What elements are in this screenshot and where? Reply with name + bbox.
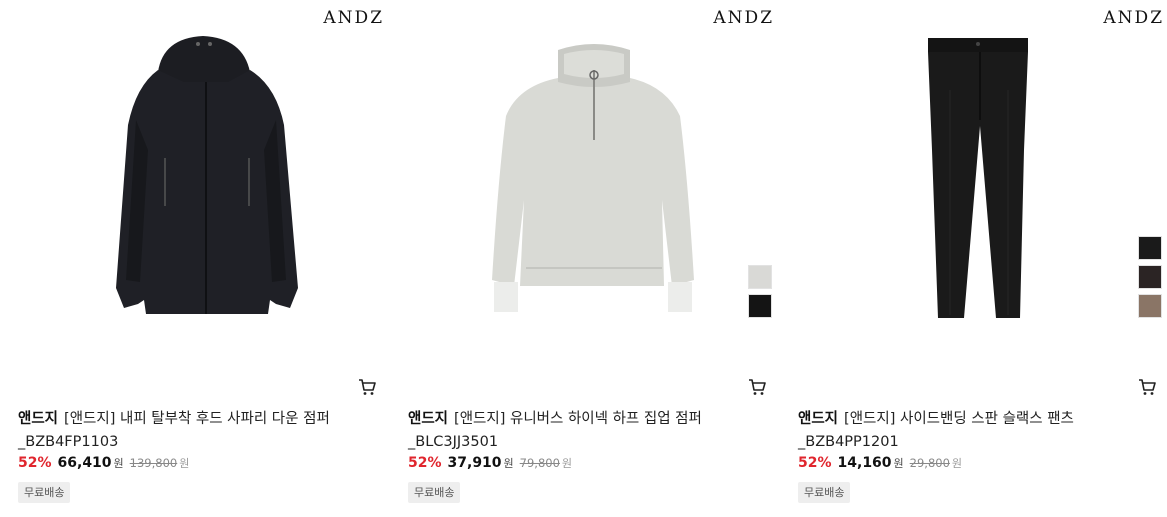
brand-logo: ANDZ	[323, 8, 384, 28]
product-brand: 앤드지	[798, 411, 839, 427]
original-currency-label: 원	[561, 457, 573, 470]
product-image[interactable]	[798, 30, 1167, 350]
discount-rate: 52%	[408, 455, 442, 471]
free-shipping-badge: 무료배송	[18, 482, 71, 503]
original-price: 29,800	[909, 456, 950, 470]
discount-rate: 52%	[798, 455, 832, 471]
product-image[interactable]	[18, 30, 388, 350]
price-row: 52% 66,410 원 139,800 원	[18, 455, 189, 471]
product-title[interactable]: 앤드지 [앤드지] 내피 탈부착 후드 사파리 다운 점퍼 _BZB4FP1103	[18, 408, 378, 454]
brand-logo: ANDZ	[713, 8, 774, 28]
product-brand: 앤드지	[18, 411, 59, 427]
product-code: _BLC3JJ3501	[408, 434, 499, 450]
color-swatch[interactable]	[1138, 236, 1162, 260]
free-shipping-badge: 무료배송	[798, 482, 851, 503]
product-image[interactable]	[408, 30, 778, 350]
discount-rate: 52%	[18, 455, 52, 471]
color-swatches	[748, 265, 772, 318]
free-shipping-badge: 무료배송	[408, 482, 461, 503]
original-price: 79,800	[519, 456, 560, 470]
product-card[interactable]: ANDZ 앤드지 [앤드지] 내피 탈부착 후드 사파리 다운 점퍼 _BZB4F…	[18, 0, 388, 517]
sale-price: 66,410	[57, 455, 112, 471]
color-swatch[interactable]	[1138, 294, 1162, 318]
product-name[interactable]: [앤드지] 사이드밴딩 스판 슬랙스 팬츠	[844, 411, 1074, 427]
product-name[interactable]: [앤드지] 내피 탈부착 후드 사파리 다운 점퍼	[64, 411, 330, 427]
original-price: 139,800	[129, 456, 178, 470]
product-card[interactable]: ANDZ 앤드지 [앤드지] 사이드밴딩 스판 슬랙스 팬츠 _BZB4PP120…	[798, 0, 1167, 517]
sale-price: 37,910	[447, 455, 502, 471]
product-card[interactable]: ANDZ 앤드지 [앤드지] 유니버스 하이넥 하프 집업 점퍼 _BLC3JJ3…	[408, 0, 778, 517]
original-currency-label: 원	[951, 457, 963, 470]
product-brand: 앤드지	[408, 411, 449, 427]
color-swatch[interactable]	[748, 265, 772, 289]
price-row: 52% 37,910 원 79,800 원	[408, 455, 572, 471]
sale-price: 14,160	[837, 455, 892, 471]
cart-icon[interactable]	[1138, 378, 1156, 396]
cart-icon[interactable]	[748, 378, 766, 396]
product-code: _BZB4PP1201	[798, 434, 899, 450]
product-title[interactable]: 앤드지 [앤드지] 사이드밴딩 스판 슬랙스 팬츠 _BZB4PP1201	[798, 408, 1158, 454]
cart-icon[interactable]	[358, 378, 376, 396]
original-currency-label: 원	[179, 457, 190, 470]
brand-logo: ANDZ	[1103, 8, 1164, 28]
price-row: 52% 14,160 원 29,800 원	[798, 455, 962, 471]
product-code: _BZB4FP1103	[18, 434, 119, 450]
color-swatches	[1138, 236, 1162, 318]
currency-label: 원	[893, 457, 904, 470]
color-swatch[interactable]	[748, 294, 772, 318]
color-swatch[interactable]	[1138, 265, 1162, 289]
product-name[interactable]: [앤드지] 유니버스 하이넥 하프 집업 점퍼	[454, 411, 702, 427]
product-title[interactable]: 앤드지 [앤드지] 유니버스 하이넥 하프 집업 점퍼 _BLC3JJ3501	[408, 408, 768, 454]
currency-label: 원	[113, 457, 124, 470]
currency-label: 원	[503, 457, 514, 470]
